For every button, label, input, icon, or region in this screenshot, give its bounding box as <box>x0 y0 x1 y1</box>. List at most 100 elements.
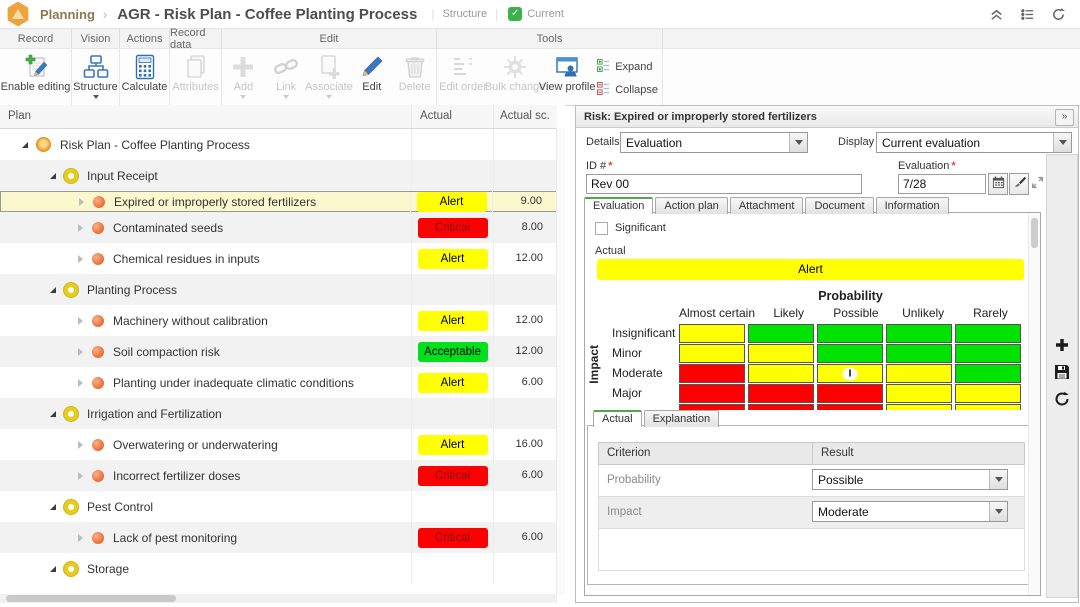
tree-row-input-receipt[interactable]: Input Receipt <box>0 160 557 191</box>
significant-checkbox[interactable] <box>595 222 608 235</box>
tab-document[interactable]: Document <box>805 197 873 214</box>
actual-cell <box>411 129 493 160</box>
tab-action-plan[interactable]: Action plan <box>655 197 727 214</box>
tab-actual[interactable]: Actual <box>593 410 642 427</box>
refresh-button[interactable] <box>1054 391 1070 407</box>
top-header: Planning › AGR - Risk Plan - Coffee Plan… <box>0 0 1080 29</box>
tree-row-planting-process[interactable]: Planting Process <box>0 274 557 305</box>
display-select[interactable]: Current evaluation <box>876 132 1072 153</box>
list-icon[interactable] <box>1020 7 1035 22</box>
matrix-cell-major-possible[interactable] <box>817 384 883 403</box>
expand-button[interactable]: Expand <box>597 59 658 75</box>
collapsed-toggle-icon[interactable] <box>78 379 83 387</box>
tree-row-chemical-residues-in-inputs[interactable]: Chemical residues in inputsAlert12.00 <box>0 243 557 274</box>
horizontal-scrollbar-thumb[interactable] <box>6 595 176 602</box>
matrix-cell-minor-rarely[interactable] <box>955 344 1021 363</box>
collapsed-toggle-icon[interactable] <box>78 255 83 263</box>
expanded-toggle-icon[interactable] <box>22 142 28 148</box>
breadcrumb[interactable]: Planning <box>40 7 95 22</box>
enable-editing-button[interactable]: Enable editing <box>0 51 71 105</box>
id-input[interactable] <box>586 174 862 194</box>
expanded-toggle-icon[interactable] <box>50 504 56 510</box>
collapsed-toggle-icon[interactable] <box>78 441 83 449</box>
matrix-cell-moderate-rarely[interactable] <box>955 364 1021 383</box>
collapsed-toggle-icon[interactable] <box>79 198 84 206</box>
details-select[interactable]: Evaluation <box>620 132 808 153</box>
matrix-cell-minor-unlikely[interactable] <box>886 344 952 363</box>
collapsed-toggle-icon[interactable] <box>78 472 83 480</box>
chevron-down-icon <box>789 133 807 152</box>
clear-button[interactable] <box>1009 173 1029 195</box>
horizontal-scrollbar[interactable] <box>0 594 557 603</box>
tree-row-expired-or-improperly-stored-fertilizers[interactable]: Expired or improperly stored fertilizers… <box>0 191 557 212</box>
expanded-toggle-icon[interactable] <box>50 566 56 572</box>
structure-button[interactable]: Structure <box>72 51 119 105</box>
matrix-cell-major-unlikely[interactable] <box>886 384 952 403</box>
impact-select[interactable]: Moderate <box>812 501 1008 522</box>
score-cell <box>493 129 557 160</box>
tab-evaluation[interactable]: Evaluation <box>584 197 653 214</box>
matrix-cell-major-almost-certain[interactable] <box>679 384 745 403</box>
tree-row-risk-plan-coffee-planting-process[interactable]: Risk Plan - Coffee Planting Process <box>0 129 557 160</box>
tree-row-overwatering-or-underwatering[interactable]: Overwatering or underwateringAlert16.00 <box>0 429 557 460</box>
panel-expand-button[interactable]: » <box>1055 109 1074 126</box>
app-logo[interactable] <box>0 0 36 28</box>
probability-select[interactable]: Possible <box>812 469 1008 490</box>
expanded-toggle-icon[interactable] <box>50 411 56 417</box>
edit-button[interactable]: Edit <box>350 51 393 105</box>
plus-button[interactable] <box>1054 337 1070 353</box>
calculate-button[interactable]: Calculate <box>120 51 169 105</box>
matrix-cell-moderate-likely[interactable] <box>748 364 814 383</box>
tab-information[interactable]: Information <box>876 197 949 214</box>
actual-status-bar: Alert <box>597 259 1024 280</box>
tree-row-contaminated-seeds[interactable]: Contaminated seedsCritical8.00 <box>0 212 557 243</box>
display-select-value: Current evaluation <box>877 136 1053 150</box>
collapsed-toggle-icon[interactable] <box>78 534 83 542</box>
tab-attachment[interactable]: Attachment <box>730 197 804 214</box>
tree-row-machinery-without-calibration[interactable]: Machinery without calibrationAlert12.00 <box>0 305 557 336</box>
matrix-cell-insignificant-unlikely[interactable] <box>886 324 952 343</box>
collapse-header-icon[interactable] <box>989 7 1004 22</box>
vertical-scrollbar[interactable] <box>556 128 565 595</box>
tree-row-lack-of-pest-monitoring[interactable]: Lack of pest monitoringCritical6.00 <box>0 522 557 553</box>
view-profile-button[interactable]: View profile <box>541 51 593 105</box>
matrix-cell-insignificant-almost-certain[interactable] <box>679 324 745 343</box>
expanded-toggle-icon[interactable] <box>50 287 56 293</box>
status-badge-alert: Alert <box>418 311 488 331</box>
save-button[interactable] <box>1054 364 1070 380</box>
tree-row-soil-compaction-risk[interactable]: Soil compaction riskAcceptable12.00 <box>0 336 557 367</box>
refresh-icon[interactable] <box>1051 7 1066 22</box>
matrix-column-likely: Likely <box>755 306 822 320</box>
matrix-cell-insignificant-rarely[interactable] <box>955 324 1021 343</box>
tab-explanation[interactable]: Explanation <box>644 410 720 427</box>
calendar-button[interactable] <box>988 173 1008 195</box>
matrix-cell-insignificant-possible[interactable] <box>817 324 883 343</box>
panel-scrollbar-thumb[interactable] <box>1031 218 1038 248</box>
collapse-button[interactable]: Collapse <box>597 82 658 98</box>
matrix-cell-major-rarely[interactable] <box>955 384 1021 403</box>
criteria-empty-area <box>598 529 1025 571</box>
matrix-cell-moderate-unlikely[interactable] <box>886 364 952 383</box>
tree-row-irrigation-and-fertilization[interactable]: Irrigation and Fertilization <box>0 398 557 429</box>
collapsed-toggle-icon[interactable] <box>78 348 83 356</box>
tree-row-incorrect-fertilizer-doses[interactable]: Incorrect fertilizer dosesCritical6.00 <box>0 460 557 491</box>
view-mode-label[interactable]: Structure <box>442 8 487 20</box>
matrix-row-minor: Minor <box>585 344 1024 363</box>
tree-row-storage[interactable]: Storage <box>0 553 557 584</box>
minimize-panel-icon[interactable] <box>1031 176 1044 192</box>
panel-scrollbar[interactable] <box>1028 213 1040 595</box>
expanded-toggle-icon[interactable] <box>50 173 56 179</box>
attributes-icon <box>183 53 209 81</box>
matrix-cell-insignificant-likely[interactable] <box>748 324 814 343</box>
tree-row-planting-under-inadequate-climatic-conditions[interactable]: Planting under inadequate climatic condi… <box>0 367 557 398</box>
matrix-cell-moderate-almost-certain[interactable] <box>679 364 745 383</box>
collapsed-toggle-icon[interactable] <box>78 317 83 325</box>
evaluation-input[interactable] <box>898 174 986 194</box>
tree-row-pest-control[interactable]: Pest Control <box>0 491 557 522</box>
matrix-cell-minor-likely[interactable] <box>748 344 814 363</box>
matrix-cell-minor-almost-certain[interactable] <box>679 344 745 363</box>
matrix-cell-minor-possible[interactable] <box>817 344 883 363</box>
collapsed-toggle-icon[interactable] <box>78 224 83 232</box>
matrix-cell-major-likely[interactable] <box>748 384 814 403</box>
matrix-cell-moderate-possible[interactable]: I <box>817 364 883 383</box>
